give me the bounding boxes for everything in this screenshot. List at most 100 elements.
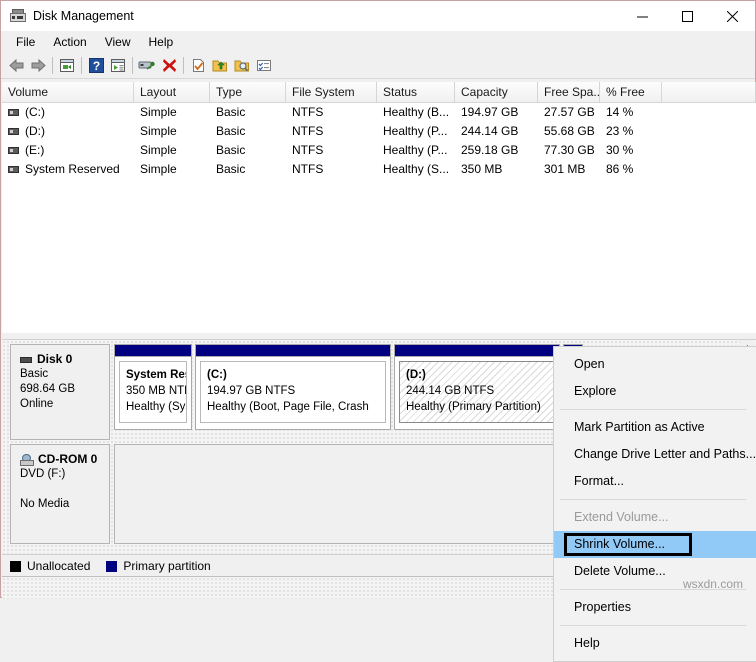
extend-volume-icon[interactable]: [209, 55, 231, 77]
forward-icon[interactable]: [27, 55, 49, 77]
help-icon[interactable]: ?: [85, 55, 107, 77]
disk-info-disk0[interactable]: Disk 0 Basic 698.64 GB Online: [10, 344, 110, 440]
partition-details: System Rese 350 MB NTFS Healthy (Syst: [119, 361, 187, 423]
legend-label-primary-partition: Primary partition: [123, 559, 210, 573]
cell-status: Healthy (P...: [377, 141, 455, 160]
context-menu-item-shrink-volume[interactable]: Shrink Volume...: [554, 531, 756, 558]
context-menu-separator: [560, 409, 746, 410]
cell-volume-label: System Reserved: [25, 160, 120, 179]
maximize-icon[interactable]: [665, 1, 710, 31]
context-menu-item-format[interactable]: Format...: [554, 468, 756, 495]
column-header-volume[interactable]: Volume: [2, 82, 134, 102]
cell-volume-label: (E:): [25, 141, 44, 160]
cell-percent-free: 14 %: [600, 103, 662, 122]
cell-volume: (C:): [2, 103, 134, 122]
menu-view[interactable]: View: [96, 32, 140, 52]
table-row[interactable]: (C:) Simple Basic NTFS Healthy (B... 194…: [2, 103, 756, 122]
column-header-capacity[interactable]: Capacity: [455, 82, 538, 102]
column-header-file-system[interactable]: File System: [286, 82, 377, 102]
column-header-percent-free[interactable]: % Free: [600, 82, 662, 102]
context-menu-item-mark-partition-as-active[interactable]: Mark Partition as Active: [554, 414, 756, 441]
legend-swatch-unallocated: [10, 561, 21, 572]
properties-icon[interactable]: [136, 55, 158, 77]
cdrom-no-media-area: [114, 444, 554, 544]
context-menu-separator: [560, 499, 746, 500]
context-menu-separator: [560, 625, 746, 626]
watermark: wsxdn.com: [683, 577, 743, 591]
cell-free-space: 27.57 GB: [538, 103, 600, 122]
cell-layout: Simple: [134, 122, 210, 141]
disk-state: No Media: [20, 497, 109, 512]
partition-system-reserved[interactable]: System Rese 350 MB NTFS Healthy (Syst: [114, 344, 192, 430]
toolbar: ?: [1, 53, 755, 79]
column-header-type[interactable]: Type: [210, 82, 286, 102]
context-menu-item-explore[interactable]: Explore: [554, 378, 756, 405]
partition-details: (D:) 244.14 GB NTFS Healthy (Primary Par…: [399, 361, 555, 423]
cell-volume: (D:): [2, 122, 134, 141]
cell-type: Basic: [210, 103, 286, 122]
partition-label: System Rese: [126, 369, 187, 381]
context-menu-item-properties[interactable]: Properties: [554, 594, 756, 621]
partition-context-menu: Open Explore Mark Partition as Active Ch…: [553, 346, 756, 662]
cell-file-system: NTFS: [286, 160, 377, 179]
context-menu-item-shrink-volume-label: Shrink Volume...: [574, 537, 665, 551]
cell-status: Healthy (B...: [377, 103, 455, 122]
column-header-free-space[interactable]: Free Spa...: [538, 82, 600, 102]
delete-icon[interactable]: [158, 55, 180, 77]
volume-list-pane: Volume Layout Type File System Status Ca…: [2, 82, 756, 333]
volume-icon: [8, 147, 19, 154]
cell-volume: System Reserved: [2, 160, 134, 179]
disk-type: Basic: [20, 367, 109, 382]
task-list-icon[interactable]: [253, 55, 275, 77]
disk-management-icon: [10, 9, 26, 23]
volume-list-rows: (C:) Simple Basic NTFS Healthy (B... 194…: [2, 103, 756, 179]
cell-status: Healthy (S...: [377, 160, 455, 179]
volume-list-header: Volume Layout Type File System Status Ca…: [2, 82, 756, 103]
disk-name: CD-ROM 0: [38, 452, 97, 467]
explore-icon[interactable]: [231, 55, 253, 77]
column-header-spacer[interactable]: [662, 82, 756, 102]
menu-file[interactable]: File: [7, 32, 44, 52]
context-menu-item-open[interactable]: Open: [554, 351, 756, 378]
context-menu-item-help[interactable]: Help: [554, 630, 756, 657]
disk-state: Online: [20, 397, 109, 412]
minimize-icon[interactable]: [620, 1, 665, 31]
cell-capacity: 259.18 GB: [455, 141, 538, 160]
show-hide-console-tree-icon[interactable]: [56, 55, 78, 77]
toolbar-separator: [52, 57, 53, 74]
check-disk-icon[interactable]: [187, 55, 209, 77]
title-bar: Disk Management: [1, 1, 755, 31]
context-menu-item-change-drive-letter-and-paths[interactable]: Change Drive Letter and Paths...: [554, 441, 756, 468]
partition-color-bar: [196, 345, 390, 357]
disk-info-cdrom0[interactable]: CD-ROM 0 DVD (F:) No Media: [10, 444, 110, 544]
close-icon[interactable]: [710, 1, 755, 31]
column-header-status[interactable]: Status: [377, 82, 455, 102]
toolbar-separator: [183, 57, 184, 74]
partition-size-fs: 350 MB NTFS: [126, 385, 187, 397]
cell-layout: Simple: [134, 141, 210, 160]
menu-bar: File Action View Help: [1, 31, 755, 53]
cell-layout: Simple: [134, 103, 210, 122]
cell-volume-label: (D:): [25, 122, 45, 141]
context-menu-item-extend-volume: Extend Volume...: [554, 504, 756, 531]
table-row[interactable]: (E:) Simple Basic NTFS Healthy (P... 259…: [2, 141, 756, 160]
cell-percent-free: 86 %: [600, 160, 662, 179]
menu-action[interactable]: Action: [44, 32, 95, 52]
partition-size-fs: 244.14 GB NTFS: [406, 385, 494, 397]
partition-label: (C:): [207, 369, 227, 381]
partition-d[interactable]: (D:) 244.14 GB NTFS Healthy (Primary Par…: [394, 344, 560, 430]
show-hide-action-pane-icon[interactable]: [107, 55, 129, 77]
cell-percent-free: 30 %: [600, 141, 662, 160]
table-row[interactable]: (D:) Simple Basic NTFS Healthy (P... 244…: [2, 122, 756, 141]
table-row[interactable]: System Reserved Simple Basic NTFS Health…: [2, 160, 756, 179]
column-header-layout[interactable]: Layout: [134, 82, 210, 102]
cell-capacity: 350 MB: [455, 160, 538, 179]
svg-text:?: ?: [92, 59, 99, 73]
cell-type: Basic: [210, 160, 286, 179]
back-icon[interactable]: [5, 55, 27, 77]
partition-details: (C:) 194.97 GB NTFS Healthy (Boot, Page …: [200, 361, 386, 423]
menu-help[interactable]: Help: [140, 32, 183, 52]
partition-status: Healthy (Boot, Page File, Crash: [207, 401, 369, 413]
legend-swatch-primary-partition: [106, 561, 117, 572]
partition-c[interactable]: (C:) 194.97 GB NTFS Healthy (Boot, Page …: [195, 344, 391, 430]
